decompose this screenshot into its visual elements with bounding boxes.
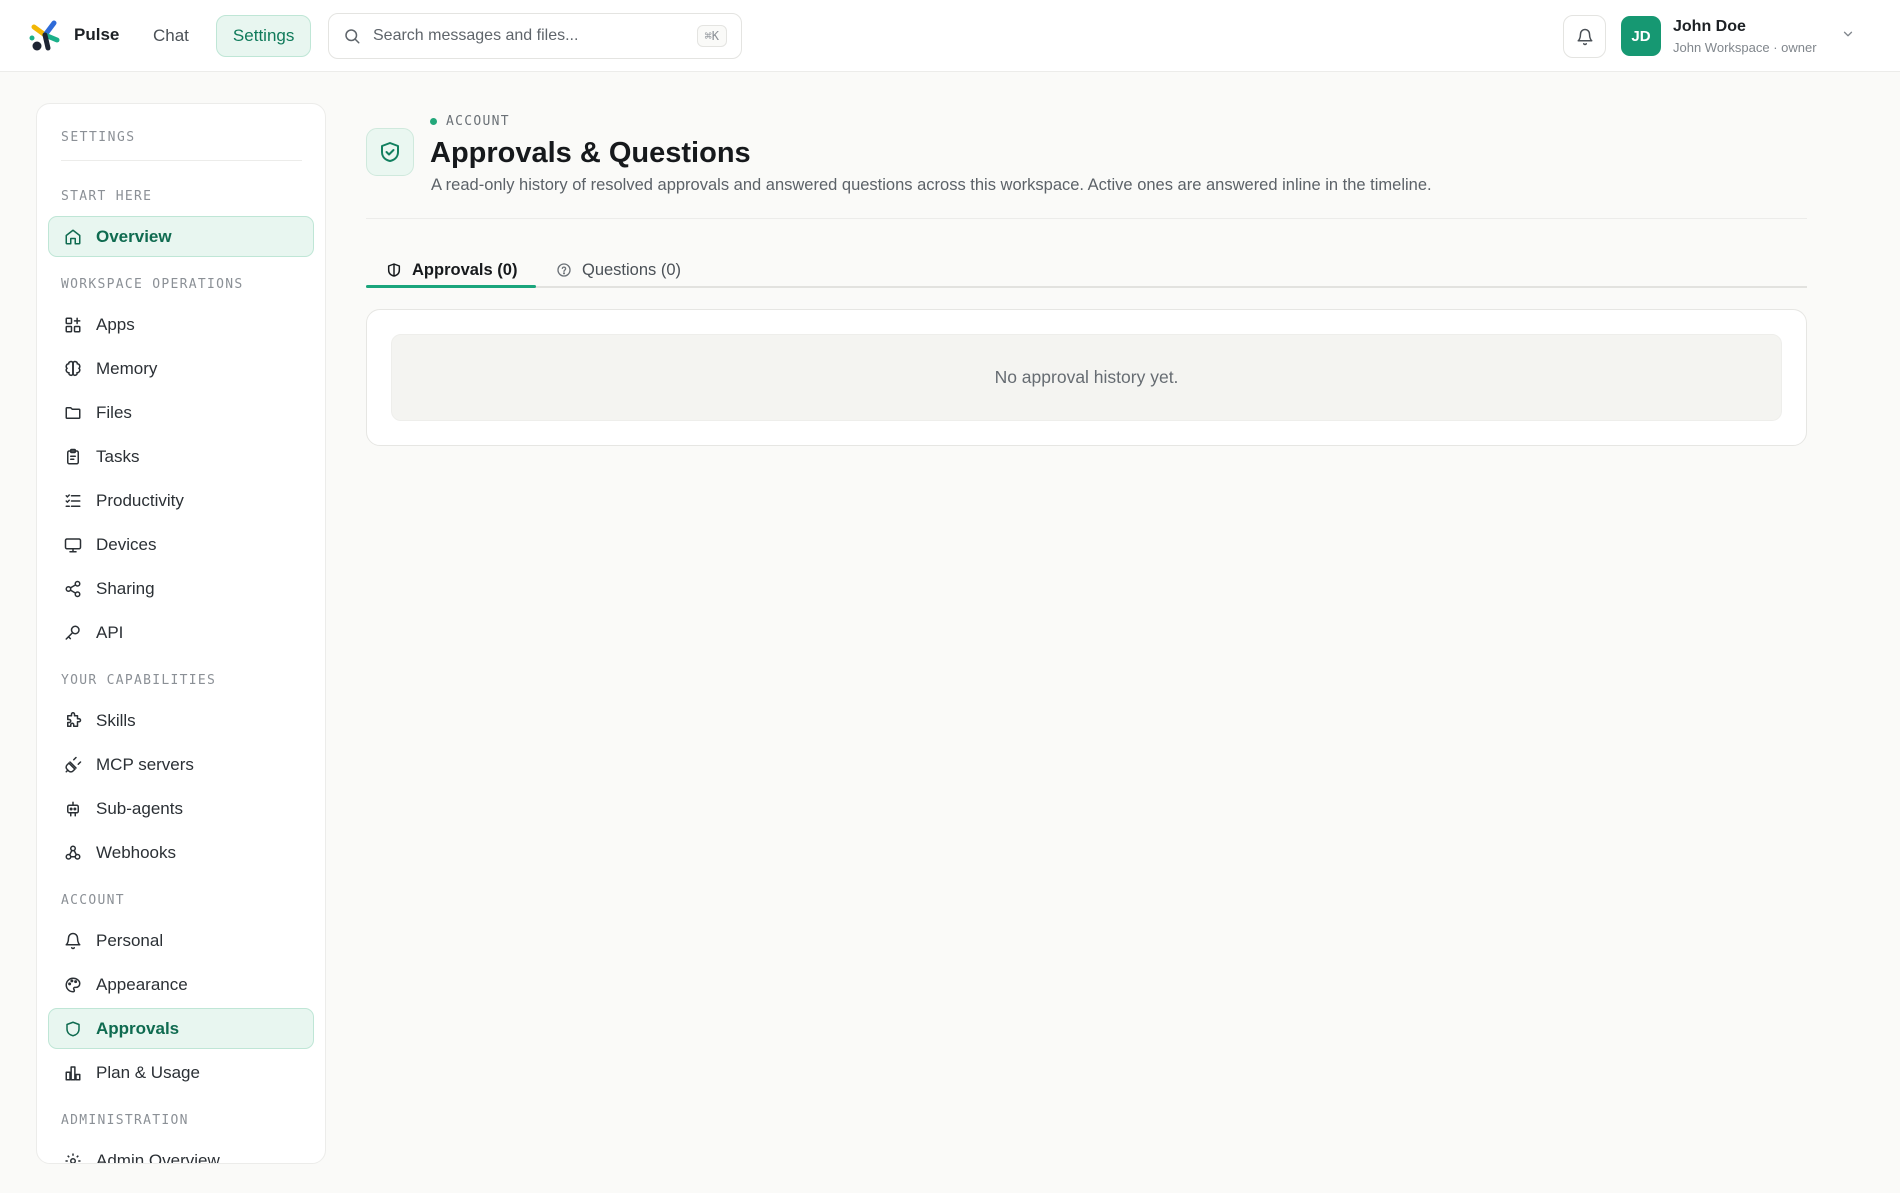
sidebar-item-plan-usage[interactable]: Plan & Usage — [48, 1052, 314, 1093]
tab-label: Questions (0) — [582, 260, 682, 279]
shield-half-icon — [386, 262, 402, 278]
chevron-down-icon[interactable] — [1841, 27, 1855, 41]
shield-check-icon — [64, 1020, 82, 1038]
sidebar-item-skills[interactable]: Skills — [48, 700, 314, 741]
sidebar-item-label: Devices — [96, 534, 157, 554]
sidebar-item-memory[interactable]: Memory — [48, 348, 314, 389]
user-meta: John Doe John Workspace · owner — [1673, 18, 1817, 55]
sidebar-item-label: Admin Overview — [96, 1150, 220, 1164]
nav-chat[interactable]: Chat — [136, 15, 206, 57]
sidebar-item-apps[interactable]: Apps — [48, 304, 314, 345]
list-checks-icon — [64, 492, 82, 510]
sidebar-title: SETTINGS — [61, 130, 136, 145]
sidebar-section-administration: ADMINISTRATION — [61, 1113, 189, 1128]
search-placeholder: Search messages and files... — [373, 27, 579, 44]
sidebar-item-label: Webhooks — [96, 842, 177, 862]
sidebar-item-label: Productivity — [96, 490, 184, 510]
sidebar-item-productivity[interactable]: Productivity — [48, 480, 314, 521]
sidebar-item-webhooks[interactable]: Webhooks — [48, 832, 314, 873]
sidebar-item-mcp-servers[interactable]: MCP servers — [48, 744, 314, 785]
sidebar-item-sharing[interactable]: Sharing — [48, 568, 314, 609]
search-shortcut-badge: ⌘K — [696, 25, 727, 47]
sidebar-section-account: ACCOUNT — [61, 893, 125, 908]
tab-bar: Approvals (0) Questions (0) — [366, 252, 1807, 288]
nav-settings[interactable]: Settings — [215, 15, 312, 57]
tab-label: Approvals (0) — [412, 260, 518, 279]
brand[interactable]: Pulse — [28, 18, 119, 52]
user-workspace-role: John Workspace · owner — [1673, 39, 1817, 55]
sidebar-item-label: Memory — [96, 358, 158, 378]
app-name: Pulse — [74, 25, 120, 44]
clipboard-icon — [64, 448, 82, 466]
sidebar-item-admin-overview[interactable]: Admin Overview — [48, 1140, 314, 1164]
sidebar-item-label: Appearance — [96, 974, 188, 994]
help-circle-icon — [556, 262, 572, 278]
share-icon — [64, 580, 82, 598]
apps-icon — [64, 316, 82, 334]
sidebar-item-label: Tasks — [96, 446, 140, 466]
sidebar-item-label: Sharing — [96, 578, 155, 598]
sidebar-item-personal[interactable]: Personal — [48, 920, 314, 961]
sidebar-item-label: Approvals — [96, 1018, 180, 1038]
sidebar-section-your-capabilities: YOUR CAPABILITIES — [61, 673, 217, 688]
bell-icon — [64, 932, 82, 950]
webhook-icon — [64, 844, 82, 862]
sidebar-item-api[interactable]: API — [48, 612, 314, 653]
sidebar-item-label: Overview — [96, 226, 172, 246]
page-title: Approvals & Questions — [430, 137, 751, 169]
pulse-logo-icon — [28, 18, 62, 52]
sidebar-item-label: Sub-agents — [96, 798, 183, 818]
sidebar-item-sub-agents[interactable]: Sub-agents — [48, 788, 314, 829]
settings-sidebar: SETTINGS START HERE Overview WORKSPACE O… — [36, 103, 326, 1164]
page-eyebrow-label: ACCOUNT — [446, 114, 510, 129]
status-dot-icon — [430, 118, 437, 125]
sidebar-item-label: Files — [96, 402, 132, 422]
sidebar-item-tasks[interactable]: Tasks — [48, 436, 314, 477]
sidebar-section-start-here: START HERE — [61, 189, 153, 204]
page-eyebrow: ACCOUNT — [430, 114, 510, 129]
approvals-panel: No approval history yet. — [366, 309, 1807, 446]
bell-icon — [1576, 28, 1594, 46]
search-icon — [343, 27, 361, 45]
sidebar-item-label: Personal — [96, 930, 164, 950]
tab-approvals[interactable]: Approvals (0) — [386, 252, 517, 288]
sidebar-item-appearance[interactable]: Appearance — [48, 964, 314, 1005]
home-icon — [64, 228, 82, 246]
avatar: JD — [1621, 16, 1661, 56]
sidebar-item-label: MCP servers — [96, 754, 194, 774]
sidebar-item-files[interactable]: Files — [48, 392, 314, 433]
top-nav: Chat Settings — [136, 15, 312, 57]
notifications-button[interactable] — [1563, 15, 1606, 58]
monitor-icon — [64, 536, 82, 554]
key-icon — [64, 624, 82, 642]
user-menu[interactable]: JD John Doe John Workspace · owner — [1621, 16, 1817, 56]
plug-icon — [64, 756, 82, 774]
header-divider — [366, 218, 1807, 219]
sidebar-item-label: API — [96, 622, 124, 642]
sidebar-divider — [61, 160, 302, 161]
sidebar-item-devices[interactable]: Devices — [48, 524, 314, 565]
top-bar: Pulse Chat Settings Search messages and … — [0, 0, 1900, 72]
empty-state: No approval history yet. — [391, 334, 1782, 421]
shield-check-icon — [378, 140, 402, 164]
bar-chart-icon — [64, 1064, 82, 1082]
sidebar-section-workspace-operations: WORKSPACE OPERATIONS — [61, 277, 244, 292]
brain-icon — [64, 360, 82, 378]
bot-icon — [64, 800, 82, 818]
gear-icon — [64, 1152, 82, 1163]
palette-icon — [64, 976, 82, 994]
sidebar-item-label: Skills — [96, 710, 136, 730]
sidebar-item-approvals[interactable]: Approvals — [48, 1008, 314, 1049]
active-tab-indicator — [366, 285, 536, 288]
search-input[interactable]: Search messages and files... ⌘K — [328, 13, 742, 59]
sidebar-item-overview[interactable]: Overview — [48, 216, 314, 257]
sidebar-item-label: Plan & Usage — [96, 1062, 200, 1082]
folder-icon — [64, 404, 82, 422]
puzzle-icon — [64, 711, 82, 730]
sidebar-item-label: Apps — [96, 314, 135, 334]
page-description: A read-only history of resolved approval… — [431, 176, 1432, 194]
tab-questions[interactable]: Questions (0) — [556, 252, 681, 288]
page-header-icon — [366, 128, 414, 176]
user-name: John Doe — [1673, 17, 1746, 35]
